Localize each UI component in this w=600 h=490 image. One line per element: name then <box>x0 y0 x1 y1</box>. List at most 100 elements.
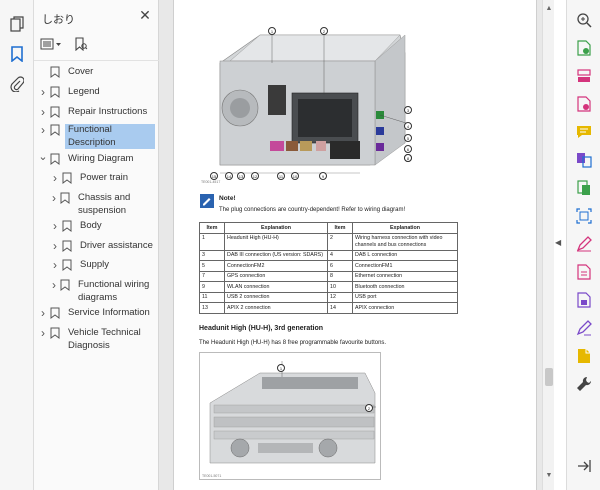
chevron-right-icon[interactable]: › <box>50 192 58 204</box>
headunit-front-figure: TE001-5071 <box>199 352 381 480</box>
bookmark-item[interactable]: › Body <box>50 220 158 236</box>
chevron-right-icon[interactable]: › <box>50 259 60 271</box>
table-cell: USB port <box>352 291 458 303</box>
figure1-caption: TE001-4517 <box>201 180 221 184</box>
vertical-scrollbar[interactable]: ▲ ▼ <box>542 0 554 490</box>
bookmark-icon[interactable] <box>9 46 25 62</box>
table-cell: 13 <box>199 302 225 314</box>
figure2-caption: TE001-5071 <box>202 474 222 478</box>
figure-callout: 9 <box>319 172 327 180</box>
bookmark-item[interactable]: › Functional Description <box>38 124 158 149</box>
bookmark-item[interactable]: › Legend <box>38 86 158 102</box>
export-pdf-icon[interactable] <box>576 40 592 56</box>
chevron-down-icon[interactable]: ⌄ <box>38 152 48 163</box>
create-pdf-icon[interactable] <box>576 96 592 112</box>
bookmark-label: Chassis and suspension <box>78 192 131 216</box>
right-toolbar <box>566 0 600 490</box>
bookmark-item[interactable]: › Functional wiring diagrams <box>50 279 158 303</box>
bookmark-item[interactable]: › Supply <box>50 259 158 275</box>
table-cell: ConnectionFM2 <box>224 260 328 272</box>
more-tools-icon[interactable] <box>576 348 592 364</box>
attachment-icon[interactable] <box>9 76 25 92</box>
compress-icon[interactable] <box>576 180 592 196</box>
edit-pdf-icon[interactable] <box>576 236 592 252</box>
add-bookmark-icon[interactable] <box>74 37 88 53</box>
options-menu-button[interactable] <box>40 38 62 52</box>
bookmark-label: Power train <box>80 172 129 183</box>
chevron-right-icon[interactable]: › <box>38 106 48 118</box>
bookmark-label: Functional Description <box>65 124 155 149</box>
table-header-cell: Item <box>199 222 225 234</box>
bookmark-label: Wiring Diagram <box>68 153 134 164</box>
combine-files-icon[interactable] <box>576 152 592 168</box>
chevron-right-icon[interactable]: › <box>38 86 48 98</box>
scan-icon[interactable] <box>576 208 592 224</box>
figure-callout: 2 <box>365 404 373 412</box>
chevron-right-icon[interactable]: › <box>50 172 60 184</box>
bookmark-item[interactable]: › Driver assistance <box>50 240 158 256</box>
table-row: 5 ConnectionFM2 6 ConnectionFM1 <box>199 260 458 272</box>
headunit-rear-figure <box>200 23 420 185</box>
chevron-right-icon[interactable]: › <box>50 279 58 291</box>
bookmark-label: Vehicle Technical Diagnosis <box>68 327 141 351</box>
table-cell: Bluetooth connection <box>352 281 458 293</box>
chevron-right-icon[interactable]: › <box>50 240 60 252</box>
bookmark-item[interactable]: ⌄ Wiring Diagram <box>38 152 158 169</box>
table-cell: 7 <box>199 270 225 282</box>
table-cell: GPS connection <box>224 270 328 282</box>
scroll-up-icon[interactable]: ▲ <box>545 5 553 12</box>
bookmark-item[interactable]: › Service Information <box>38 307 158 323</box>
close-icon[interactable]: ✕ <box>138 8 152 22</box>
bookmark-flag-icon <box>50 307 62 319</box>
figure-callout: 6 <box>404 145 412 153</box>
scroll-down-icon[interactable]: ▼ <box>545 472 553 479</box>
table-cell: 6 <box>327 260 353 272</box>
bookmark-flag-icon <box>50 124 62 136</box>
figure-callout: 11 <box>277 172 285 180</box>
bookmark-label: Driver assistance <box>80 240 153 251</box>
search-zoom-icon[interactable] <box>576 12 592 28</box>
expand-panel-icon[interactable] <box>576 458 592 474</box>
table-row: 1 Headunit High (HU-H) 2 Wiring harness con… <box>199 232 458 251</box>
bookmark-flag-icon <box>50 153 62 165</box>
figure-callout: 15 <box>210 172 218 180</box>
table-cell: 1 <box>199 232 225 251</box>
comment-icon[interactable] <box>576 124 592 140</box>
section-paragraph: The Headunit High (HU-H) has 8 free prog… <box>199 340 387 346</box>
bookmark-flag-icon <box>62 220 74 232</box>
chevron-right-icon[interactable]: › <box>38 327 48 339</box>
table-cell: 10 <box>327 281 353 293</box>
figure-callout: 8 <box>404 154 412 162</box>
chevron-right-icon[interactable]: › <box>38 307 48 319</box>
bookmark-item[interactable]: › Repair Instructions <box>38 106 158 122</box>
bookmark-item[interactable]: › Vehicle Technical Diagnosis <box>38 327 158 351</box>
bookmark-item[interactable]: Cover <box>38 66 158 82</box>
organize-pages-icon[interactable] <box>576 68 592 84</box>
table-cell: USB 2 connection <box>224 291 328 303</box>
panel-divider <box>34 60 159 61</box>
table-header-cell: Explanation <box>352 222 458 234</box>
table-header-cell: Item <box>327 222 353 234</box>
expand-right-panel-icon[interactable]: ◀ <box>555 238 563 247</box>
table-cell: 14 <box>327 302 353 314</box>
chevron-right-icon[interactable]: › <box>38 124 48 136</box>
table-row: 3 DAB III connection (US version: SDARS) 4… <box>199 249 458 261</box>
fill-sign-icon[interactable] <box>576 320 592 336</box>
table-header-row: Item Explanation Item Explanation <box>199 222 458 234</box>
table-cell: WLAN connection <box>224 281 328 293</box>
convert-icon[interactable] <box>576 264 592 280</box>
figure-callout: 10 <box>291 172 299 180</box>
protect-icon[interactable] <box>576 292 592 308</box>
pages-icon[interactable] <box>9 16 25 32</box>
wrench-icon[interactable] <box>576 376 592 392</box>
table-cell: APIX 2 connection <box>224 302 328 314</box>
bookmark-label: Cover <box>68 66 94 77</box>
scrollbar-thumb[interactable] <box>545 368 553 386</box>
bookmark-flag-icon <box>50 86 62 98</box>
bookmark-item[interactable]: › Chassis and suspension <box>50 192 158 216</box>
figure-callout: 12 <box>251 172 259 180</box>
bookmark-item[interactable]: › Power train <box>50 172 158 188</box>
bookmark-flag-icon <box>62 259 74 271</box>
chevron-right-icon[interactable]: › <box>50 220 60 232</box>
bookmark-flag-icon <box>50 327 62 339</box>
